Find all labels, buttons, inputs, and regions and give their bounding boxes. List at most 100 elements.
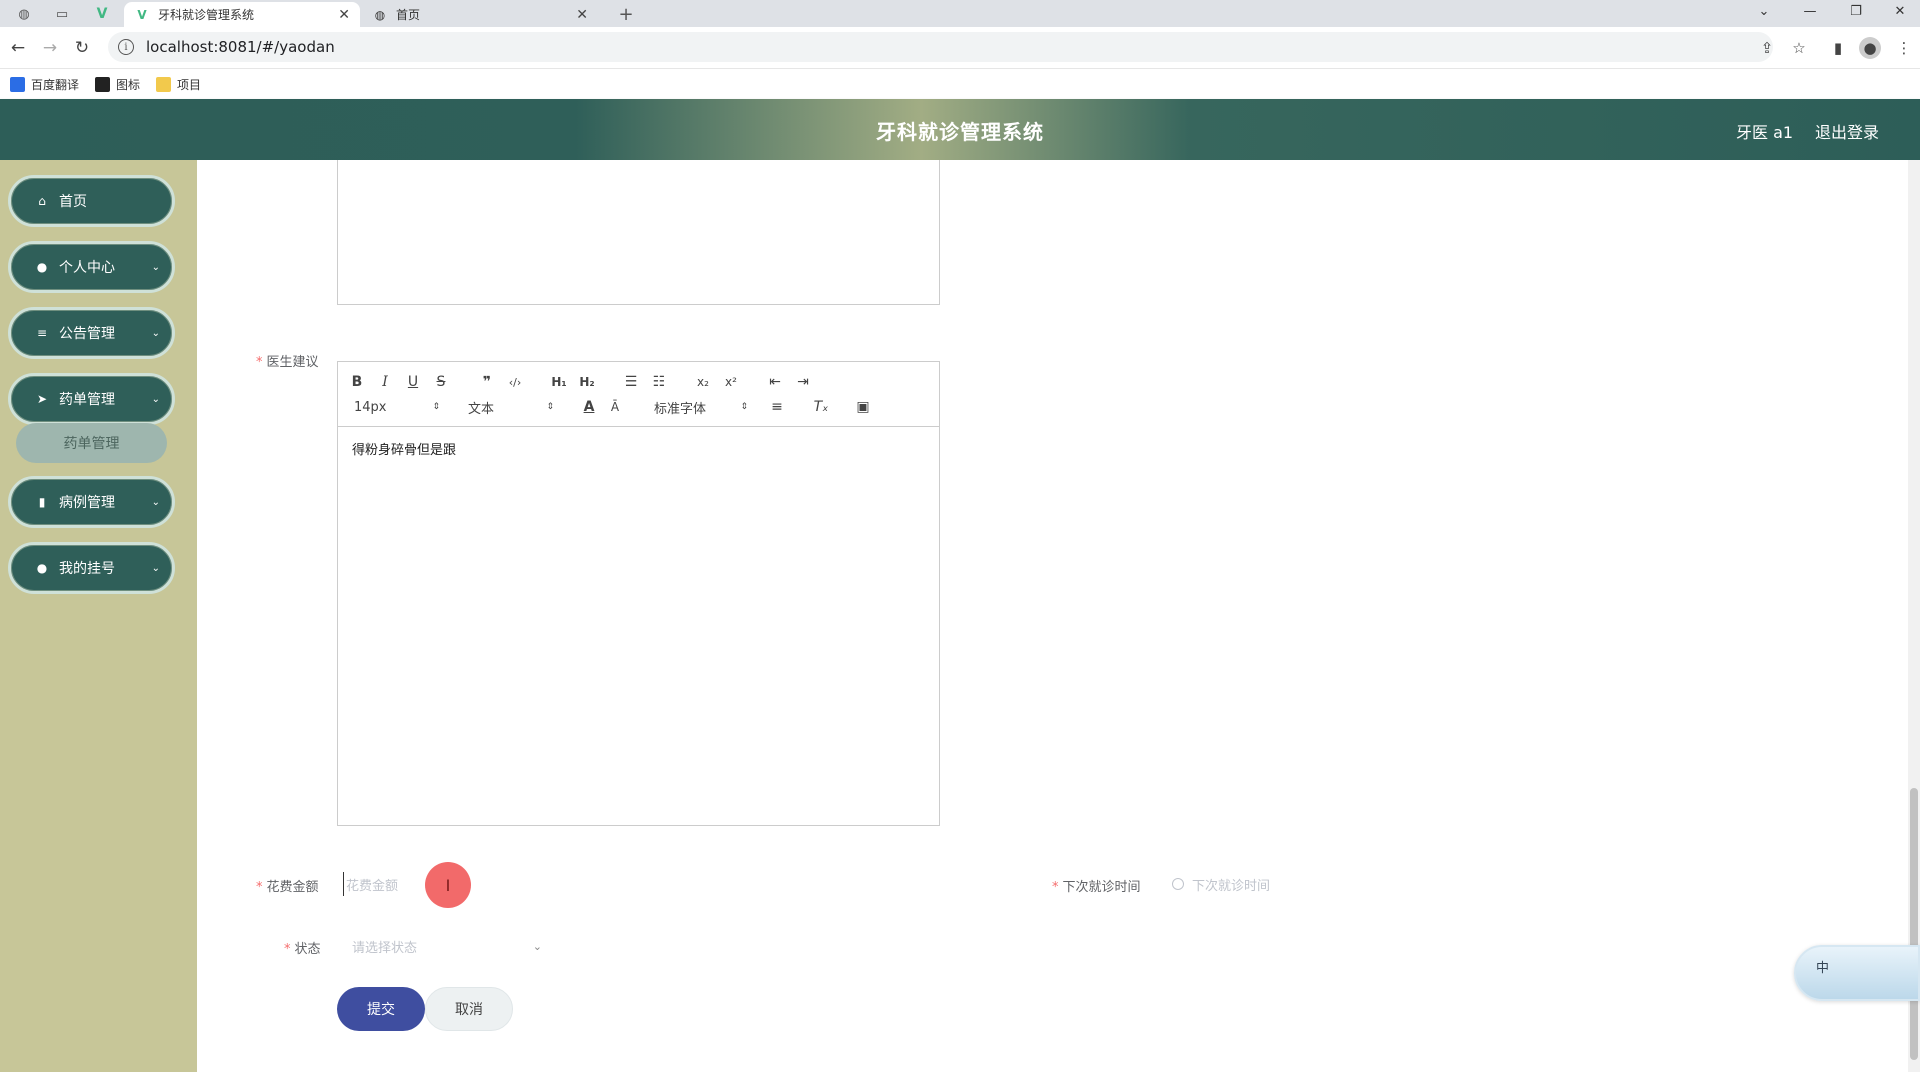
- outdent-icon[interactable]: ⇤: [764, 372, 786, 392]
- window-close-button[interactable]: ✕: [1880, 0, 1920, 22]
- sidebar: ⌂ 首页 ● 个人中心 ⌄ ≡ 公告管理 ⌄ ➤ 药单管理 ⌄ 药单管理 ▮ 病…: [0, 160, 197, 1072]
- advice-label: * 医生建议: [256, 355, 319, 370]
- location-pin-icon: ●: [36, 561, 48, 575]
- next-visit-placeholder: 下次就诊时间: [1192, 878, 1271, 894]
- subscript-icon[interactable]: x₂: [692, 372, 714, 392]
- profile-avatar-icon[interactable]: ●: [1859, 37, 1881, 59]
- url-field[interactable]: i localhost:8081/#/yaodan: [108, 32, 1773, 62]
- sidebar-item-announcements[interactable]: ≡ 公告管理 ⌄: [8, 307, 175, 359]
- sidebar-item-prescriptions[interactable]: ➤ 药单管理 ⌄: [8, 373, 175, 425]
- header-value: 文本: [468, 401, 495, 417]
- chevron-down-icon: ⌄: [151, 496, 160, 508]
- more-menu-icon[interactable]: ⋮: [1893, 37, 1915, 59]
- background-color-icon[interactable]: Ā: [604, 397, 626, 417]
- info-icon[interactable]: i: [118, 39, 134, 55]
- bold-icon[interactable]: B: [346, 372, 368, 392]
- tab-home[interactable]: ◍ 首页 ✕: [362, 2, 598, 27]
- folder-icon: [156, 76, 172, 92]
- heading-2-icon[interactable]: H₂: [576, 372, 598, 392]
- clock-icon: [1172, 878, 1184, 890]
- header-select[interactable]: 文本 ⇕: [468, 397, 554, 417]
- chevron-down-icon: ⌄: [151, 327, 160, 339]
- blockquote-icon[interactable]: ❞: [476, 372, 498, 392]
- sidebar-item-home[interactable]: ⌂ 首页: [8, 175, 175, 227]
- required-mark: *: [256, 355, 263, 370]
- reload-icon[interactable]: ↻: [70, 36, 94, 60]
- translate-icon: [10, 76, 25, 92]
- vue-logo-icon[interactable]: V: [88, 4, 116, 24]
- font-family-value: 标准字体: [654, 401, 707, 417]
- sidebar-item-label: 药单管理: [59, 392, 115, 408]
- globe-icon[interactable]: ◍: [10, 4, 38, 24]
- forward-arrow-icon[interactable]: →: [38, 36, 62, 60]
- close-icon[interactable]: ✕: [338, 7, 350, 23]
- chevron-down-icon: ⌄: [151, 393, 160, 405]
- select-arrows-icon: ⇕: [432, 402, 440, 412]
- send-icon: ➤: [36, 392, 48, 406]
- ime-floating-widget[interactable]: 中: [1794, 945, 1920, 1001]
- strikethrough-icon[interactable]: S: [430, 372, 452, 392]
- app-title: 牙科就诊管理系统: [876, 120, 1044, 144]
- blank-tab-icon[interactable]: ▭: [48, 4, 76, 24]
- scrollbar-thumb[interactable]: [1910, 788, 1918, 1060]
- restore-button[interactable]: ❐: [1836, 0, 1876, 22]
- submit-button[interactable]: 提交: [337, 987, 425, 1031]
- sidebar-item-my-registrations[interactable]: ● 我的挂号 ⌄: [8, 542, 175, 594]
- list-icon: ≡: [36, 326, 48, 340]
- status-select[interactable]: 请选择状态 ⌄: [352, 934, 542, 958]
- heading-1-icon[interactable]: H₁: [548, 372, 570, 392]
- new-tab-button[interactable]: +: [612, 4, 640, 25]
- minimize-button[interactable]: —: [1790, 0, 1830, 22]
- align-icon[interactable]: ≡: [766, 397, 788, 417]
- text-cursor-icon: I: [425, 862, 471, 908]
- submenu-item-prescriptions[interactable]: 药单管理: [16, 423, 167, 463]
- ordered-list-icon[interactable]: ☰: [620, 372, 642, 392]
- superscript-icon[interactable]: x²: [720, 372, 742, 392]
- tab-dental-system[interactable]: V 牙科就诊管理系统 ✕: [124, 2, 360, 27]
- globe-icon: ◍: [374, 7, 386, 22]
- insert-image-icon[interactable]: ▣: [852, 397, 874, 417]
- ime-language-label: 中: [1816, 961, 1830, 976]
- indent-icon[interactable]: ⇥: [792, 372, 814, 392]
- sidebar-item-personal-center[interactable]: ● 个人中心 ⌄: [8, 241, 175, 293]
- image-icon: [95, 76, 111, 92]
- advice-editor-content[interactable]: 得粉身碎骨但是跟: [338, 427, 939, 470]
- back-arrow-icon[interactable]: ←: [6, 36, 30, 60]
- next-visit-datetime-picker[interactable]: 下次就诊时间: [1172, 872, 1332, 896]
- text-color-icon[interactable]: A: [578, 397, 600, 417]
- select-arrows-icon: ⇕: [546, 402, 554, 412]
- italic-icon[interactable]: I: [374, 372, 396, 392]
- address-bar: ← → ↻ i localhost:8081/#/yaodan ⇪ ☆ ▮ ● …: [0, 27, 1920, 69]
- side-panel-icon[interactable]: ▮: [1827, 37, 1849, 59]
- page-scrollbar[interactable]: [1908, 160, 1920, 1072]
- bullet-list-icon[interactable]: ☷: [648, 372, 670, 392]
- sidebar-item-label: 个人中心: [59, 260, 115, 276]
- underline-icon[interactable]: U: [402, 372, 424, 392]
- next-visit-label: * 下次就诊时间: [1052, 880, 1141, 895]
- sidebar-item-label: 公告管理: [59, 326, 115, 342]
- required-mark: *: [1052, 880, 1059, 895]
- code-block-icon[interactable]: ‹/›: [504, 372, 526, 392]
- bookmark-label: 项目: [177, 77, 202, 92]
- previous-editor-content[interactable]: [337, 160, 940, 305]
- bar-chart-icon: ▮: [38, 495, 46, 509]
- status-label: * 状态: [284, 942, 321, 957]
- bookmark-baidu-translate[interactable]: 百度翻译: [10, 76, 79, 93]
- bookmark-label: 百度翻译: [31, 77, 80, 92]
- chevron-down-icon: ⌄: [151, 562, 160, 574]
- bookmark-icons[interactable]: 图标: [95, 76, 140, 93]
- sidebar-item-label: 首页: [59, 194, 87, 210]
- star-icon[interactable]: ☆: [1788, 37, 1810, 59]
- logout-button[interactable]: 退出登录: [1815, 119, 1879, 143]
- share-icon[interactable]: ⇪: [1756, 37, 1778, 59]
- cancel-button[interactable]: 取消: [425, 987, 513, 1031]
- font-family-select[interactable]: 标准字体 ⇕: [654, 397, 748, 417]
- sidebar-item-label: 病例管理: [59, 495, 115, 511]
- sidebar-item-cases[interactable]: ▮ 病例管理 ⌄: [8, 476, 175, 528]
- chevron-down-icon: ⌄: [532, 939, 542, 953]
- clear-format-icon[interactable]: Tₓ: [810, 397, 832, 417]
- font-size-select[interactable]: 14px ⇕: [354, 397, 440, 417]
- tab-search-icon[interactable]: ⌄: [1744, 0, 1784, 22]
- bookmark-project[interactable]: 项目: [156, 76, 201, 93]
- close-icon[interactable]: ✕: [576, 7, 588, 23]
